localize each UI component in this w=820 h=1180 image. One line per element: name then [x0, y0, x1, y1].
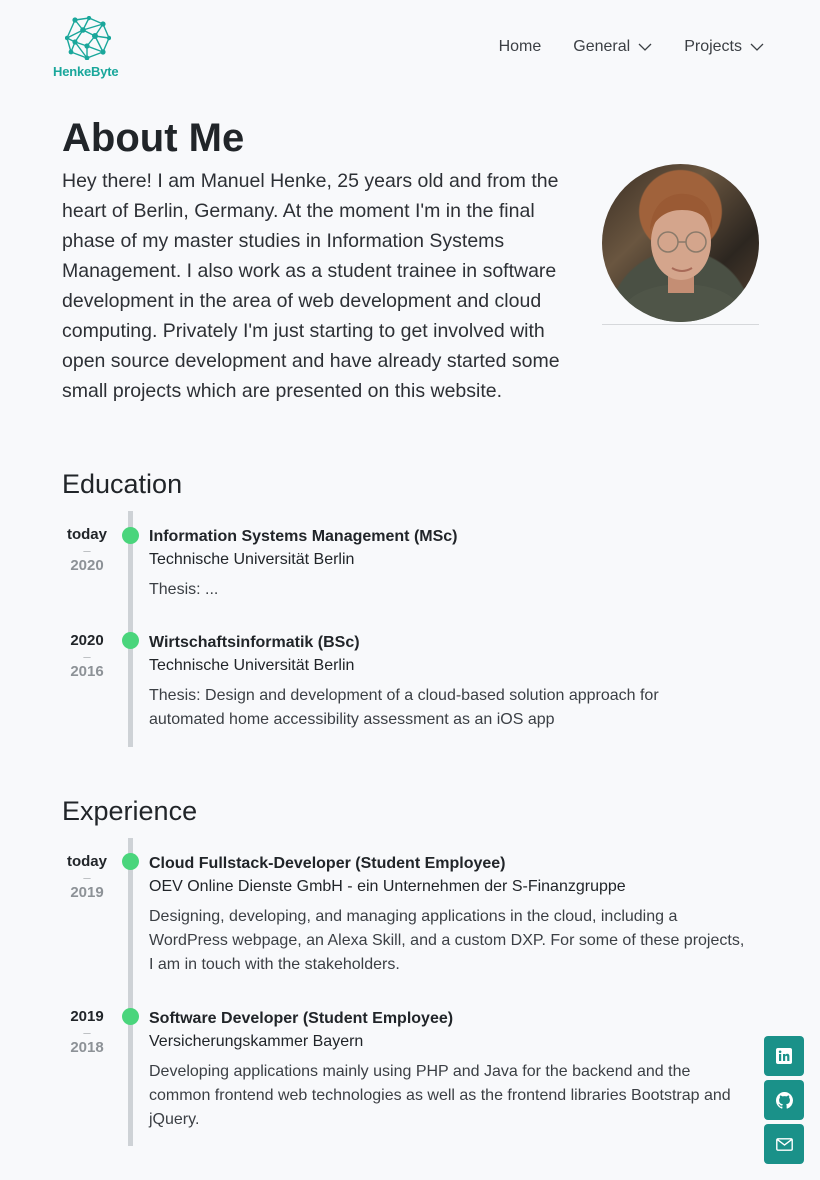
about-title: About Me — [62, 116, 245, 160]
brand-name: HenkeByte — [53, 64, 119, 79]
timeline-dot — [122, 1008, 139, 1025]
entry-body: Information Systems Management (MSc) Tec… — [149, 526, 749, 602]
year-from: 2019 — [70, 884, 104, 901]
entry-years: today – 2019 — [56, 853, 118, 902]
linkedin-button[interactable] — [764, 1036, 804, 1076]
year-dash: – — [83, 543, 91, 558]
avatar-divider — [602, 324, 759, 325]
nav-projects-dropdown[interactable]: Projects — [684, 38, 764, 56]
year-dash: – — [83, 870, 91, 885]
nav-projects-label: Projects — [684, 38, 742, 55]
github-icon — [775, 1091, 793, 1109]
brand-logo[interactable]: HenkeByte — [53, 16, 125, 82]
timeline-dot — [122, 632, 139, 649]
year-to: today — [66, 853, 107, 870]
entry-title: Software Developer (Student Employee) — [149, 1010, 454, 1027]
year-to: today — [66, 526, 107, 543]
entry-years: 2020 – 2016 — [56, 632, 118, 681]
portrait-illustration — [622, 193, 742, 322]
entry-org: Technische Universität Berlin — [149, 657, 355, 674]
nav-home-label: Home — [498, 38, 542, 55]
timeline-dot — [122, 527, 139, 544]
experience-title: Experience — [62, 796, 198, 826]
entry-years: today – 2020 — [56, 526, 118, 575]
github-button[interactable] — [764, 1080, 804, 1120]
timeline-dot — [122, 853, 139, 870]
email-button[interactable] — [764, 1124, 804, 1164]
year-from: 2018 — [70, 1039, 104, 1056]
entry-body: Software Developer (Student Employee) Ve… — [149, 1008, 749, 1132]
entry-title: Information Systems Management (MSc) — [149, 528, 458, 545]
entry-desc: Developing applications mainly using PHP… — [149, 1063, 731, 1128]
year-from: 2016 — [70, 663, 104, 680]
year-to: 2019 — [70, 1008, 104, 1025]
entry-org: Versicherungskammer Bayern — [149, 1033, 364, 1050]
nav-general-dropdown[interactable]: General — [573, 38, 652, 56]
entry-org: Technische Universität Berlin — [149, 551, 355, 568]
year-from: 2020 — [70, 557, 104, 574]
education-timeline — [128, 511, 133, 747]
year-to: 2020 — [70, 632, 104, 649]
nav-general-label: General — [573, 38, 631, 55]
entry-years: 2019 – 2018 — [56, 1008, 118, 1057]
experience-timeline — [128, 838, 133, 1146]
profile-photo — [602, 164, 759, 325]
about-text: Hey there! I am Manuel Henke, 25 years o… — [62, 170, 560, 402]
site-header: HenkeByte Home General Projects — [0, 0, 820, 100]
entry-org: OEV Online Dienste GmbH - ein Unternehme… — [149, 878, 626, 895]
entry-desc: Thesis: Design and development of a clou… — [149, 687, 659, 728]
mail-icon — [775, 1137, 793, 1151]
chevron-down-icon — [638, 43, 652, 51]
year-dash: – — [83, 649, 91, 664]
avatar — [602, 164, 759, 322]
main-nav: Home General Projects — [499, 38, 764, 56]
chevron-down-icon — [750, 43, 764, 51]
nav-home[interactable]: Home — [499, 38, 542, 56]
entry-title: Wirtschaftsinformatik (BSc) — [149, 634, 360, 651]
linkedin-icon — [776, 1048, 792, 1064]
entry-body: Wirtschaftsinformatik (BSc) Technische U… — [149, 632, 749, 732]
entry-desc: Designing, developing, and managing appl… — [149, 908, 745, 973]
year-dash: – — [83, 1025, 91, 1040]
entry-body: Cloud Fullstack-Developer (Student Emplo… — [149, 853, 749, 977]
education-title: Education — [62, 469, 183, 499]
entry-desc: Thesis: ... — [149, 581, 219, 598]
entry-title: Cloud Fullstack-Developer (Student Emplo… — [149, 855, 506, 872]
network-logo-icon — [65, 16, 111, 60]
